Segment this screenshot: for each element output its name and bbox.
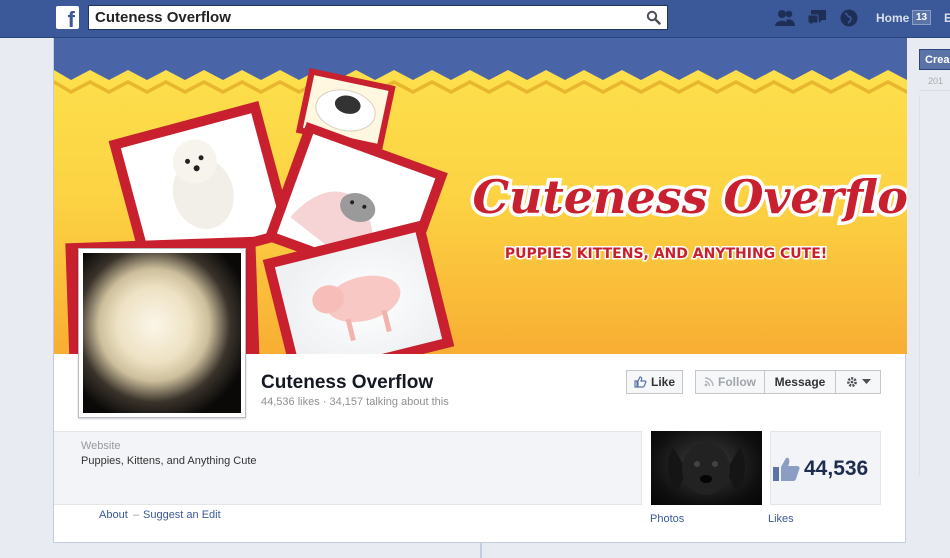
- settings-dropdown-button[interactable]: [835, 370, 881, 394]
- profile-picture[interactable]: [78, 248, 246, 418]
- right-column-divider: [919, 90, 950, 91]
- page-stats: 44,536 likes · 34,157 talking about this: [261, 396, 449, 408]
- website-label: Website: [81, 440, 121, 452]
- website-value: Puppies, Kittens, and Anything Cute: [81, 455, 257, 467]
- page-title[interactable]: Cuteness Overflow: [261, 372, 433, 394]
- thumbs-up-icon: [634, 376, 647, 388]
- page-container: Cuteness Overflow PUPPIES KITTENS, AND A…: [53, 38, 907, 543]
- rss-icon: [704, 377, 714, 387]
- message-button[interactable]: Message: [764, 370, 836, 394]
- search-box[interactable]: [88, 5, 668, 30]
- link-separator: –: [133, 509, 140, 521]
- right-column-panel: [919, 96, 950, 476]
- friend-requests-icon[interactable]: [774, 8, 796, 28]
- top-bar: f Home 13 E: [0, 0, 950, 38]
- like-label: Like: [650, 375, 675, 389]
- messages-icon[interactable]: [806, 8, 828, 28]
- like-button[interactable]: Like: [626, 370, 683, 394]
- likes-count: 44,536: [804, 457, 869, 480]
- profile-image: [83, 253, 241, 413]
- follow-label: Follow: [718, 375, 756, 389]
- search-icon[interactable]: [646, 10, 661, 25]
- facebook-logo[interactable]: f: [56, 6, 79, 29]
- home-link[interactable]: Home: [876, 11, 909, 25]
- cover-tagline: PUPPIES KITTENS, AND ANYTHING CUTE!: [505, 246, 827, 262]
- chevron-down-icon: [861, 379, 871, 384]
- create-button[interactable]: Crea: [919, 49, 950, 70]
- cover-title: Cuteness Overflow: [472, 170, 907, 224]
- likes-box[interactable]: 44,536: [770, 431, 881, 505]
- photos-thumbnail[interactable]: [651, 431, 762, 505]
- right-column-subtext: 201: [928, 76, 944, 86]
- notifications-globe-icon[interactable]: [838, 8, 860, 28]
- thumbs-up-icon: [773, 457, 800, 481]
- topbar-cut-link[interactable]: E: [944, 11, 950, 25]
- home-count-badge: 13: [912, 10, 932, 25]
- follow-button[interactable]: Follow: [695, 370, 765, 394]
- about-box: Website Puppies, Kittens, and Anything C…: [54, 431, 642, 505]
- likes-link[interactable]: Likes: [768, 513, 794, 525]
- about-link[interactable]: About: [99, 509, 128, 521]
- timeline-divider: [480, 542, 482, 558]
- suggest-edit-link[interactable]: Suggest an Edit: [143, 509, 221, 521]
- gear-icon: [846, 377, 857, 387]
- photos-link[interactable]: Photos: [650, 513, 684, 525]
- black-puppy-photo: [668, 443, 745, 495]
- message-label: Message: [774, 375, 826, 389]
- search-input[interactable]: [89, 6, 639, 29]
